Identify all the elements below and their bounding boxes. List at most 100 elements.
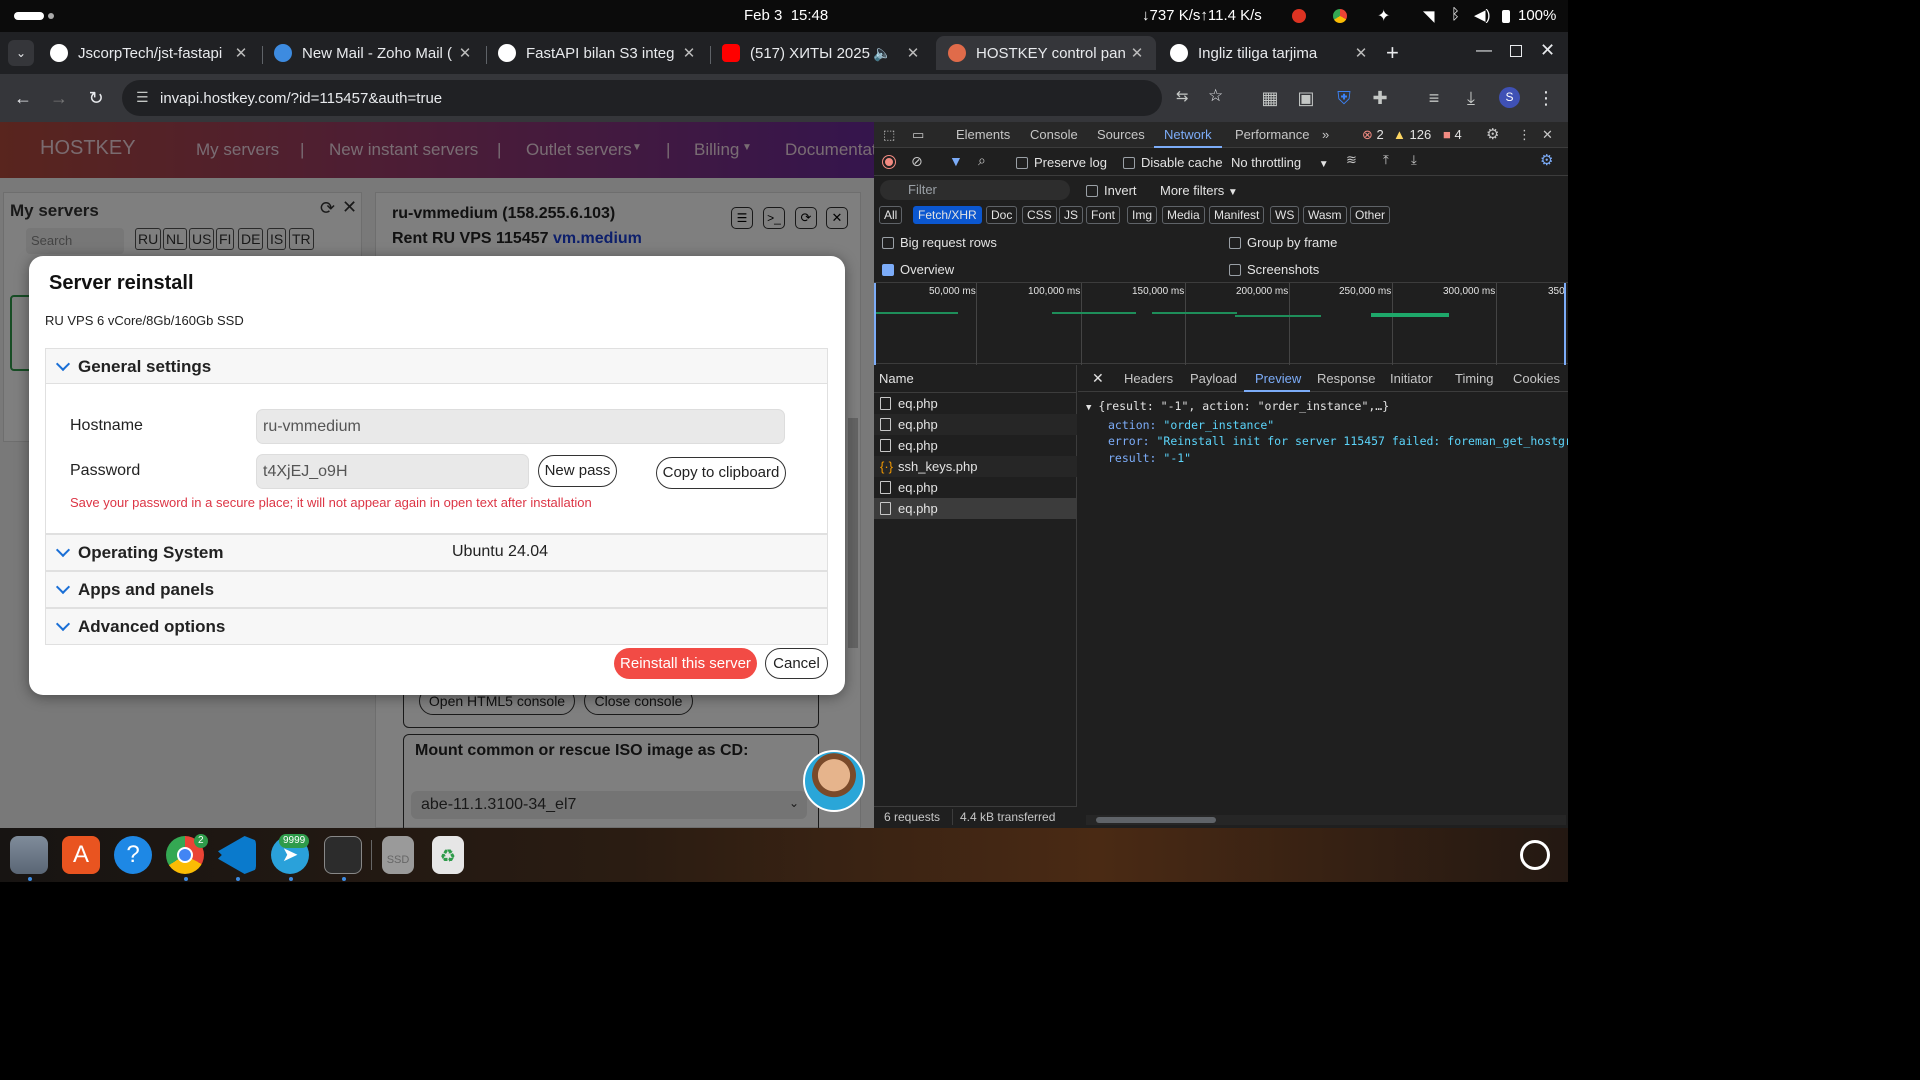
os-header[interactable]: Operating System [54, 535, 224, 570]
filter-input[interactable]: Filter [880, 180, 1070, 200]
ssd-drive-icon[interactable]: SSD [382, 836, 414, 874]
reinstall-button[interactable]: Reinstall this server [614, 648, 757, 679]
tab-elements[interactable]: Elements [956, 127, 1010, 142]
inspect-icon[interactable]: ⬚ [883, 127, 895, 143]
advanced-header[interactable]: Advanced options [54, 609, 225, 644]
timeline-overview[interactable]: 50,000 ms 100,000 ms 150,000 ms 200,000 … [874, 282, 1568, 365]
disable-cache-checkbox[interactable]: Disable cache [1123, 155, 1223, 170]
general-settings-header[interactable]: General settings [54, 349, 211, 384]
preserve-log-checkbox[interactable]: Preserve log [1016, 155, 1107, 170]
tab-performance[interactable]: Performance [1235, 127, 1309, 142]
bookmark-star-icon[interactable]: ☆ [1208, 86, 1223, 106]
screenshots-checkbox[interactable]: Screenshots [1229, 262, 1319, 277]
show-apps-icon[interactable] [1520, 840, 1550, 870]
more-tabs-icon[interactable]: » [1322, 127, 1329, 142]
maximize-button[interactable] [1510, 45, 1522, 57]
warning-count[interactable]: ▲ 126 [1393, 127, 1431, 142]
clock[interactable]: Feb 3 15:48 [744, 7, 828, 24]
translate-icon[interactable]: ⇆ [1176, 87, 1189, 105]
close-icon[interactable]: ✕ [232, 44, 250, 62]
big-rows-checkbox[interactable]: Big request rows [882, 235, 997, 250]
type-fetch-xhr[interactable]: Fetch/XHR [913, 206, 982, 224]
tab-initiator[interactable]: Initiator [1390, 371, 1433, 386]
close-icon[interactable]: ✕ [1128, 44, 1146, 62]
tab-console[interactable]: Console [1030, 127, 1078, 142]
request-row[interactable]: eq.php [874, 435, 1077, 456]
reading-list-icon[interactable]: ≡ [1420, 84, 1448, 112]
extensions-puzzle-icon[interactable]: ✚ [1366, 84, 1394, 112]
request-row[interactable]: eq.php [874, 477, 1077, 498]
tab-preview[interactable]: Preview [1255, 371, 1301, 386]
type-ws[interactable]: WS [1270, 206, 1300, 224]
address-bar[interactable]: ☰ invapi.hostkey.com/?id=115457&auth=tru… [122, 80, 1223, 116]
app-center-icon[interactable]: A [62, 836, 100, 874]
tab-network[interactable]: Network [1164, 127, 1212, 142]
tab-github[interactable]: JscorpTech/jst-fastapi ✕ [38, 36, 260, 70]
download-icon[interactable]: ⤓ [1411, 152, 1417, 168]
request-row[interactable]: {·} ssh_keys.php [874, 456, 1077, 477]
volume-icon[interactable]: ◀) [1474, 6, 1491, 24]
invert-checkbox[interactable]: Invert [1086, 183, 1137, 198]
close-icon[interactable]: ✕ [1542, 127, 1553, 143]
tab-hostkey[interactable]: HOSTKEY control pan ✕ [936, 36, 1156, 70]
type-font[interactable]: Font [1086, 206, 1121, 224]
activities-indicator[interactable] [14, 12, 44, 20]
close-window-button[interactable]: ✕ [1540, 40, 1555, 61]
json-root[interactable]: ▼ {result: "-1", action: "order_instance… [1086, 398, 1568, 417]
download-icon[interactable]: ⤓ [1457, 84, 1485, 112]
wifi-icon[interactable]: ◥ [1423, 7, 1435, 25]
device-toggle-icon[interactable]: ▭ [912, 127, 924, 143]
close-icon[interactable]: ✕ [680, 44, 698, 62]
type-manifest[interactable]: Manifest [1209, 206, 1265, 224]
clear-icon[interactable]: ⊘ [911, 153, 923, 170]
settings-gear-icon[interactable]: ⚙ [1486, 125, 1499, 143]
request-row[interactable]: eq.php [874, 414, 1077, 435]
bluetooth-icon[interactable]: ᛒ [1451, 6, 1460, 23]
tab-youtube[interactable]: (517) ХИТЫ 2025 🔈 ✕ [710, 36, 932, 70]
qr-extension-icon[interactable]: ▦ [1256, 84, 1284, 112]
audio-icon[interactable]: 🔈 [873, 44, 892, 62]
support-chat-avatar[interactable] [803, 750, 865, 812]
upload-icon[interactable]: ⤒ [1383, 152, 1389, 168]
battery-icon[interactable] [1502, 10, 1510, 23]
cancel-button[interactable]: Cancel [765, 648, 828, 679]
type-css[interactable]: CSS [1022, 206, 1057, 224]
new-pass-button[interactable]: New pass [538, 455, 617, 487]
type-doc[interactable]: Doc [986, 206, 1018, 224]
back-icon[interactable]: ← [9, 84, 37, 112]
terminal-icon[interactable] [324, 836, 362, 874]
type-js[interactable]: JS [1059, 206, 1084, 224]
close-icon[interactable]: ✕ [456, 44, 474, 62]
help-icon[interactable]: ? [114, 836, 152, 874]
tab-fastapi[interactable]: FastAPI bilan S3 integ ✕ [486, 36, 708, 70]
password-field[interactable]: t4XjEJ_o9H [256, 454, 529, 489]
screenshot-extension-icon[interactable]: ▣ [1292, 84, 1320, 112]
record-icon[interactable] [1292, 9, 1306, 23]
profile-avatar[interactable]: S [1499, 87, 1520, 108]
close-icon[interactable]: ✕ [1352, 44, 1370, 62]
issues-count[interactable]: ■ 4 [1443, 127, 1462, 142]
hostname-field[interactable]: ru-vmmedium [256, 409, 785, 444]
type-img[interactable]: Img [1127, 206, 1158, 224]
close-icon[interactable]: ✕ [1092, 370, 1104, 387]
accessibility-icon[interactable]: ✦ [1377, 6, 1390, 26]
type-all[interactable]: All [879, 206, 903, 224]
new-tab-button[interactable]: + [1386, 40, 1399, 66]
tab-search-button[interactable]: ⌄ [8, 40, 34, 66]
close-icon[interactable]: ✕ [904, 44, 922, 62]
trash-icon[interactable]: ♻ [432, 836, 464, 874]
search-icon[interactable]: ⌕ [978, 152, 986, 169]
tab-sources[interactable]: Sources [1097, 127, 1145, 142]
minimize-button[interactable]: — [1476, 42, 1492, 60]
error-count[interactable]: ⊗ 2 [1362, 127, 1384, 143]
overview-checkbox[interactable]: Overview [882, 262, 954, 277]
group-frame-checkbox[interactable]: Group by frame [1229, 235, 1337, 250]
copy-to-clipboard-button[interactable]: Copy to clipboard [656, 457, 786, 489]
type-wasm[interactable]: Wasm [1303, 206, 1347, 224]
filter-funnel-icon[interactable]: ▼ [949, 153, 963, 169]
request-row-selected[interactable]: eq.php [874, 498, 1077, 519]
horizontal-scrollbar[interactable] [1086, 815, 1566, 825]
throttling-select[interactable]: No throttling ▼ [1231, 155, 1329, 170]
tab-response[interactable]: Response [1317, 371, 1376, 386]
bitwarden-extension-icon[interactable]: ⛨ [1330, 84, 1358, 112]
